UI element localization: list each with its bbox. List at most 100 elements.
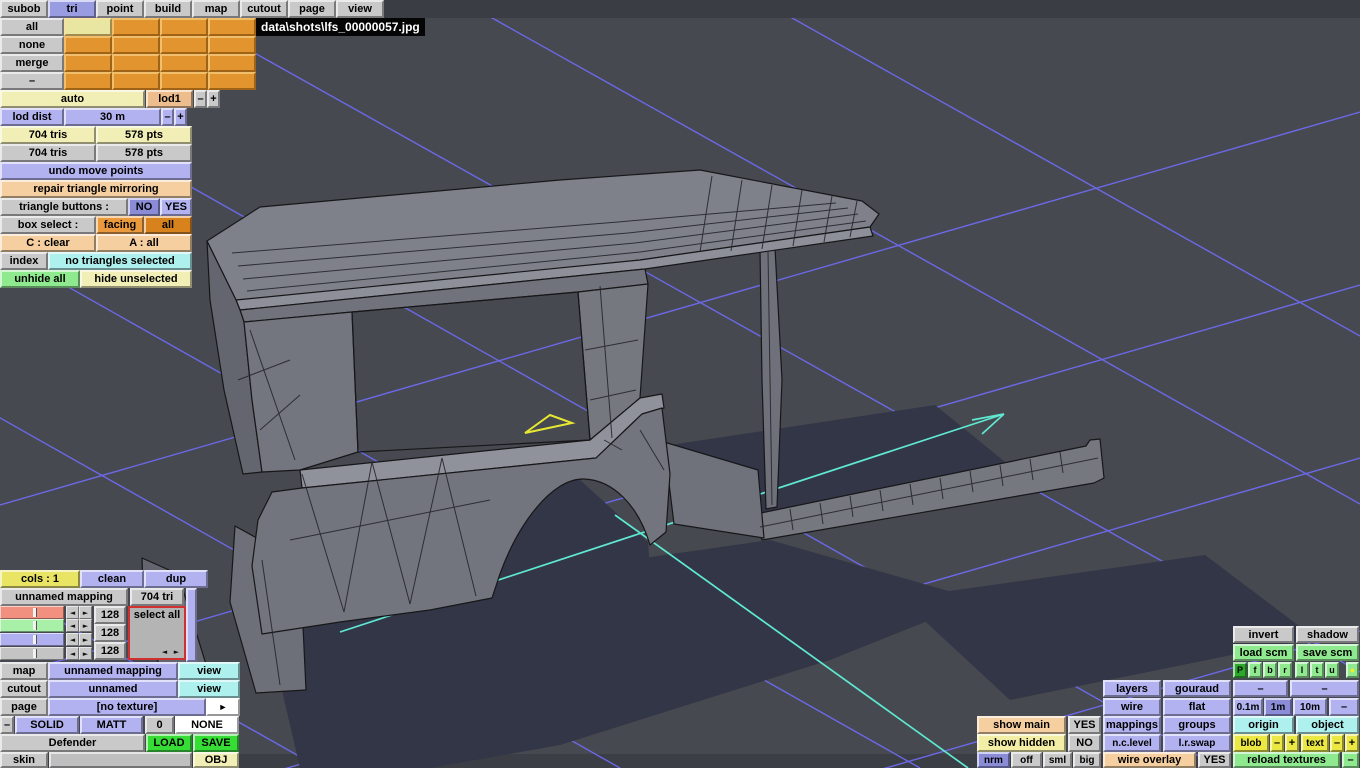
left-arrow-icon[interactable]: ◄ bbox=[66, 647, 79, 660]
load-scm-button[interactable]: load scm bbox=[1233, 644, 1294, 661]
wire-button[interactable]: wire bbox=[1103, 698, 1161, 716]
nc-level-button[interactable]: n.c.level bbox=[1103, 734, 1161, 752]
subobject-cell[interactable] bbox=[64, 72, 112, 90]
matt-button[interactable]: MATT bbox=[80, 716, 143, 734]
tab-cutout[interactable]: cutout bbox=[240, 0, 288, 18]
solid-button[interactable]: SOLID bbox=[15, 716, 79, 734]
tab-tri[interactable]: tri bbox=[48, 0, 96, 18]
nrm-big-button[interactable]: big bbox=[1073, 752, 1101, 768]
mapping-scrollbar[interactable] bbox=[186, 588, 197, 662]
light-slider[interactable] bbox=[0, 647, 64, 660]
tab-page[interactable]: page bbox=[288, 0, 336, 18]
green-slider[interactable] bbox=[0, 619, 64, 632]
minus-button[interactable]: – bbox=[1290, 680, 1359, 697]
nrm-off-button[interactable]: off bbox=[1011, 752, 1042, 768]
subobject-cell[interactable] bbox=[64, 36, 112, 54]
a-all-button[interactable]: A : all bbox=[96, 234, 192, 252]
left-arrow-icon[interactable]: ◄ bbox=[66, 633, 79, 646]
clean-button[interactable]: clean bbox=[80, 570, 144, 588]
right-arrow-icon[interactable]: ► bbox=[79, 647, 92, 660]
subobject-cell[interactable] bbox=[208, 18, 256, 36]
hide-unselected-button[interactable]: hide unselected bbox=[80, 270, 192, 288]
obj-button[interactable]: OBJ bbox=[193, 752, 239, 768]
box-select-all[interactable]: all bbox=[144, 216, 192, 234]
slider-handle[interactable] bbox=[33, 649, 38, 658]
skin-button[interactable]: skin bbox=[0, 752, 48, 768]
3d-viewport[interactable] bbox=[0, 0, 1360, 768]
dup-button[interactable]: dup bbox=[144, 570, 208, 588]
save-scm-button[interactable]: save scm bbox=[1296, 644, 1359, 661]
blob-button[interactable]: blob bbox=[1233, 734, 1269, 752]
subobject-cell[interactable] bbox=[208, 54, 256, 72]
subob-minus-button[interactable]: – bbox=[0, 72, 64, 90]
lr-swap-button[interactable]: l.r.swap bbox=[1163, 734, 1231, 752]
map-view-button[interactable]: view bbox=[178, 662, 240, 680]
c-clear-button[interactable]: C : clear bbox=[0, 234, 96, 252]
show-hidden-no[interactable]: NO bbox=[1068, 734, 1101, 752]
lod-minus-button[interactable]: – bbox=[194, 90, 207, 108]
triangle-buttons-no[interactable]: NO bbox=[128, 198, 160, 216]
slider-handle[interactable] bbox=[33, 635, 38, 644]
red-value[interactable]: 128 bbox=[94, 606, 126, 624]
reload-minus-button[interactable]: – bbox=[1342, 752, 1359, 768]
save-button[interactable]: SAVE bbox=[193, 734, 239, 752]
snap-01m-button[interactable]: 0.1m bbox=[1233, 698, 1263, 716]
subobject-cell[interactable] bbox=[112, 54, 160, 72]
blob-plus-button[interactable]: + bbox=[1285, 734, 1299, 752]
subobject-cell[interactable] bbox=[160, 54, 208, 72]
subob-none-button[interactable]: none bbox=[0, 36, 64, 54]
subobject-cell[interactable] bbox=[112, 18, 160, 36]
text-button[interactable]: text bbox=[1301, 734, 1329, 752]
mappings-button[interactable]: mappings bbox=[1103, 716, 1161, 734]
nrm-button[interactable]: nrm bbox=[977, 752, 1010, 768]
blob-minus-button[interactable]: – bbox=[1270, 734, 1284, 752]
lod-auto-button[interactable]: auto bbox=[0, 90, 145, 108]
index-button[interactable]: index bbox=[0, 252, 48, 270]
slider-handle[interactable] bbox=[33, 608, 38, 617]
undo-move-points-button[interactable]: undo move points bbox=[0, 162, 192, 180]
projection-f-button[interactable]: f bbox=[1248, 662, 1262, 678]
projection-u-button[interactable]: u bbox=[1325, 662, 1339, 678]
cutout-name-button[interactable]: unnamed bbox=[48, 680, 178, 698]
tab-build[interactable]: build bbox=[144, 0, 192, 18]
shadow-button[interactable]: shadow bbox=[1296, 626, 1359, 643]
tab-map[interactable]: map bbox=[192, 0, 240, 18]
gouraud-button[interactable]: gouraud bbox=[1163, 680, 1231, 697]
skin-name-field[interactable] bbox=[49, 752, 192, 768]
slider-handle[interactable] bbox=[33, 621, 38, 630]
subob-all-button[interactable]: all bbox=[0, 18, 64, 36]
invert-button[interactable]: invert bbox=[1233, 626, 1294, 643]
blue-slider[interactable] bbox=[0, 633, 64, 646]
select-all-label[interactable]: select all bbox=[130, 609, 184, 621]
projection-r-button[interactable]: r bbox=[1278, 662, 1292, 678]
material-zero[interactable]: 0 bbox=[145, 716, 174, 734]
lod1-button[interactable]: lod1 bbox=[146, 90, 193, 108]
subobject-cell[interactable] bbox=[208, 72, 256, 90]
projection-l-button[interactable]: l bbox=[1295, 662, 1309, 678]
subobject-cell[interactable] bbox=[64, 54, 112, 72]
repair-triangle-mirroring-button[interactable]: repair triangle mirroring bbox=[0, 180, 192, 198]
tab-subob[interactable]: subob bbox=[0, 0, 48, 18]
cols-button[interactable]: cols : 1 bbox=[0, 570, 80, 588]
left-arrow-icon[interactable]: ◄ bbox=[66, 606, 79, 619]
blue-value[interactable]: 128 bbox=[94, 642, 126, 660]
text-minus-button[interactable]: – bbox=[1330, 734, 1344, 752]
subobject-cell[interactable] bbox=[112, 72, 160, 90]
mapping-name-button[interactable]: unnamed mapping bbox=[0, 588, 128, 606]
show-main-button[interactable]: show main bbox=[977, 716, 1066, 734]
wire-overlay-button[interactable]: wire overlay bbox=[1103, 752, 1196, 768]
cutout-view-button[interactable]: view bbox=[178, 680, 240, 698]
green-value[interactable]: 128 bbox=[94, 624, 126, 642]
tab-point[interactable]: point bbox=[96, 0, 144, 18]
right-arrow-icon[interactable]: ► bbox=[79, 606, 92, 619]
page-next-icon[interactable]: ► bbox=[206, 698, 240, 716]
page-texture-button[interactable]: [no texture] bbox=[48, 698, 206, 716]
subobject-cell[interactable] bbox=[208, 36, 256, 54]
lod-dist-plus-button[interactable]: + bbox=[174, 108, 187, 126]
projection-p-button[interactable]: P bbox=[1233, 662, 1247, 678]
reload-textures-button[interactable]: reload textures bbox=[1233, 752, 1340, 768]
nrm-sml-button[interactable]: sml bbox=[1043, 752, 1072, 768]
red-slider[interactable] bbox=[0, 606, 64, 619]
origin-button[interactable]: origin bbox=[1233, 716, 1294, 734]
dot-icon[interactable]: ● bbox=[1346, 662, 1359, 678]
